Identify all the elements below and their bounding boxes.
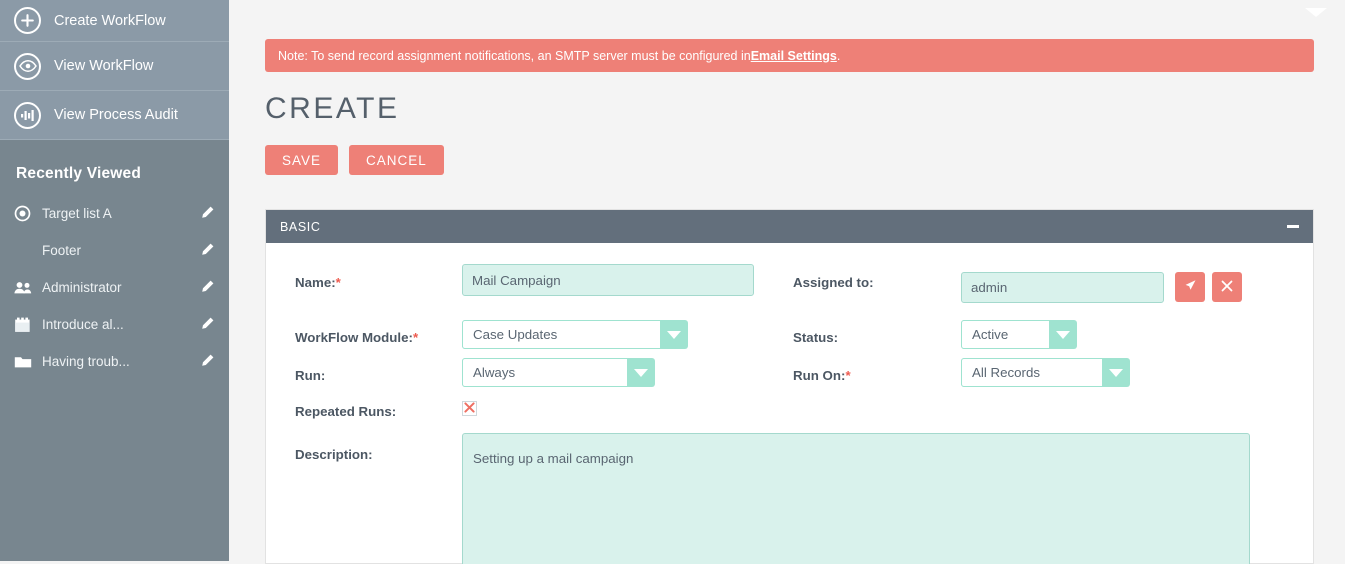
list-item[interactable]: Introduce al... <box>0 306 229 343</box>
sidebar-primary-nav: Create WorkFlow View WorkFlow View Proce… <box>0 0 229 140</box>
pencil-icon[interactable] <box>200 205 215 223</box>
minus-icon[interactable] <box>1287 225 1299 228</box>
basic-panel-title: BASIC <box>280 219 321 234</box>
plus-circle-icon <box>14 7 41 34</box>
run-on-value: All Records <box>961 358 1102 387</box>
run-value: Always <box>462 358 627 387</box>
caret-down-icon[interactable] <box>660 320 688 349</box>
smtp-notice-banner: Note: To send record assignment notifica… <box>265 39 1314 72</box>
notice-text-after: . <box>836 48 841 63</box>
assigned-to-label: Assigned to: <box>793 275 874 290</box>
caret-down-icon[interactable] <box>1049 320 1077 349</box>
assigned-to-input[interactable] <box>961 272 1164 303</box>
repeated-runs-checkbox[interactable] <box>462 401 477 416</box>
field-run-on: Run On:* <box>793 368 851 383</box>
folder-icon <box>14 355 34 369</box>
workflow-create-page: Create WorkFlow View WorkFlow View Proce… <box>0 0 1345 564</box>
note-icon <box>14 317 34 333</box>
recently-viewed-list: Target list A Footer Administrator Intro… <box>0 195 229 380</box>
save-button[interactable]: SAVE <box>265 145 339 175</box>
basic-panel: BASIC Name:* Assigned to: <box>265 209 1314 564</box>
run-select[interactable]: Always <box>462 358 655 387</box>
pencil-icon[interactable] <box>200 279 215 297</box>
cancel-button[interactable]: CANCEL <box>349 145 444 175</box>
caret-down-icon[interactable] <box>627 358 655 387</box>
sidebar-item-view-process-audit[interactable]: View Process Audit <box>0 91 229 140</box>
field-name: Name:* <box>295 275 341 290</box>
chevron-down-icon[interactable] <box>1305 8 1327 17</box>
status-select[interactable]: Active <box>961 320 1077 349</box>
clear-user-button[interactable] <box>1212 272 1242 302</box>
list-item-label: Administrator <box>42 280 122 295</box>
users-icon <box>14 281 34 294</box>
basic-panel-header[interactable]: BASIC <box>266 210 1313 243</box>
workflow-module-value: Case Updates <box>462 320 660 349</box>
x-mark-icon <box>464 400 475 418</box>
basic-form: Name:* Assigned to: <box>266 243 1313 564</box>
description-textarea[interactable] <box>462 433 1250 564</box>
select-user-button[interactable] <box>1175 272 1205 302</box>
email-settings-link[interactable]: Email Settings <box>751 49 837 63</box>
name-input[interactable] <box>462 264 754 296</box>
run-on-select[interactable]: All Records <box>961 358 1130 387</box>
sidebar: Create WorkFlow View WorkFlow View Proce… <box>0 0 229 561</box>
sidebar-item-label: View WorkFlow <box>54 58 154 74</box>
audit-bars-icon <box>14 101 41 129</box>
name-label: Name:* <box>295 275 341 290</box>
action-button-row: SAVE CANCEL <box>265 145 444 175</box>
sidebar-item-label: Create WorkFlow <box>54 12 166 29</box>
workflow-module-label: WorkFlow Module:* <box>295 330 419 345</box>
field-run: Run: <box>295 368 325 383</box>
eye-icon <box>14 52 41 80</box>
workflow-module-select[interactable]: Case Updates <box>462 320 688 349</box>
list-item-label: Introduce al... <box>42 317 124 332</box>
recently-viewed-title: Recently Viewed <box>16 165 142 182</box>
target-icon <box>14 205 34 222</box>
status-label: Status: <box>793 330 839 345</box>
description-label: Description: <box>295 447 373 462</box>
status-value: Active <box>961 320 1049 349</box>
run-on-label: Run On:* <box>793 368 851 383</box>
list-item-label: Footer <box>42 243 82 258</box>
pencil-icon[interactable] <box>200 242 215 260</box>
field-workflow-module: WorkFlow Module:* <box>295 330 418 345</box>
repeated-runs-label: Repeated Runs: <box>295 404 397 419</box>
field-status: Status: <box>793 330 838 345</box>
field-repeated-runs: Repeated Runs: <box>295 404 396 419</box>
list-item[interactable]: Administrator <box>0 269 229 306</box>
sidebar-item-create-workflow[interactable]: Create WorkFlow <box>0 0 229 42</box>
close-x-icon <box>1221 280 1233 295</box>
run-label: Run: <box>295 368 326 383</box>
field-description: Description: <box>295 447 373 462</box>
field-assigned-to: Assigned to: <box>793 275 874 290</box>
list-item-label: Having troub... <box>42 354 130 369</box>
main-content: Note: To send record assignment notifica… <box>229 0 1345 564</box>
list-item[interactable]: Having troub... <box>0 343 229 380</box>
pencil-icon[interactable] <box>200 353 215 371</box>
page-title: CREATE <box>265 92 400 125</box>
caret-down-icon[interactable] <box>1102 358 1130 387</box>
list-item[interactable]: Footer <box>0 232 229 269</box>
cursor-arrow-icon <box>1184 279 1197 296</box>
pencil-icon[interactable] <box>200 316 215 334</box>
sidebar-item-view-workflow[interactable]: View WorkFlow <box>0 42 229 91</box>
list-item-label: Target list A <box>42 206 112 221</box>
list-item[interactable]: Target list A <box>0 195 229 232</box>
sidebar-item-label: View Process Audit <box>54 107 178 123</box>
notice-text-before: Note: To send record assignment notifica… <box>278 48 751 63</box>
